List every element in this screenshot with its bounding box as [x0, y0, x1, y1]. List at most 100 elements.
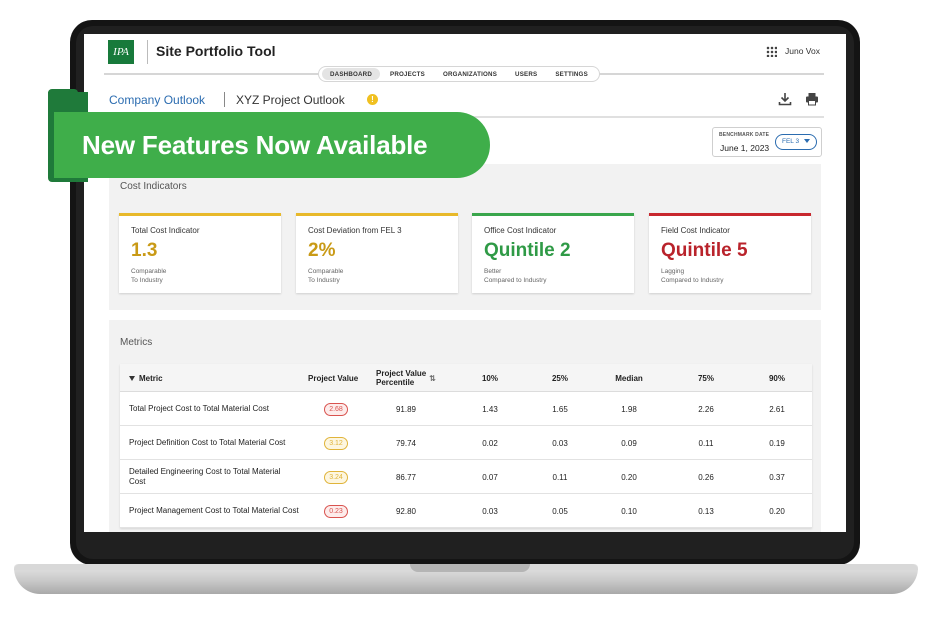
sort-icon[interactable]: ⇅: [429, 374, 436, 383]
p10-cell: 1.43: [482, 404, 498, 414]
column-header-median[interactable]: Median: [604, 364, 654, 392]
p25-cell: 0.11: [552, 472, 568, 482]
project-value-cell: 3.24: [306, 460, 366, 494]
median-cell: 0.20: [621, 472, 637, 482]
cost-indicator-card[interactable]: Total Cost Indicator 1.3 Comparable To Indu…: [119, 213, 281, 293]
cost-indicator-card[interactable]: Office Cost Indicator Quintile 2 Better Com…: [472, 213, 634, 293]
column-header-project-value[interactable]: Project Value: [308, 364, 358, 392]
metrics-table: Metric Project Value Project Value Perce…: [120, 364, 812, 528]
apps-grid-icon[interactable]: [766, 46, 777, 57]
p75-cell: 0.13: [698, 506, 714, 516]
card-value: 1.3: [131, 240, 158, 261]
card-note-line2: To Industry: [308, 277, 340, 284]
cost-indicators-title: Cost Indicators: [120, 181, 187, 192]
card-note: Comparable To Industry: [308, 267, 448, 285]
cost-indicator-card[interactable]: Field Cost Indicator Quintile 5 Lagging Com…: [649, 213, 811, 293]
p10-cell: 0.07: [482, 472, 498, 482]
metric-name: Total Project Cost to Total Material Cos…: [129, 404, 269, 413]
tab-users[interactable]: USERS: [507, 68, 545, 80]
benchmark-date-label: BENCHMARK DATE: [719, 132, 770, 138]
tab-dashboard[interactable]: DASHBOARD: [322, 68, 381, 80]
project-value-cell: 3.12: [306, 426, 366, 460]
column-header-metric[interactable]: Metric: [129, 364, 163, 392]
project-value-cell: 0.23: [306, 494, 366, 528]
logo-divider: [147, 40, 148, 64]
new-features-banner[interactable]: New Features Now Available: [54, 112, 490, 178]
warning-icon[interactable]: !: [367, 94, 378, 105]
card-label: Total Cost Indicator: [131, 226, 200, 235]
fel-select-value: FEL 3: [782, 138, 800, 145]
tab-organizations[interactable]: ORGANIZATIONS: [435, 68, 505, 80]
card-note-line1: Comparable: [308, 268, 344, 275]
p75-cell: 0.26: [698, 472, 714, 482]
table-row[interactable]: Project Management Cost to Total Materia…: [120, 494, 812, 528]
column-header-percentile[interactable]: Project Value Percentile ⇅: [376, 364, 436, 392]
column-header-p25[interactable]: 25%: [540, 364, 580, 392]
card-value: Quintile 2: [484, 240, 571, 261]
download-icon[interactable]: [778, 92, 792, 106]
metrics-title: Metrics: [120, 337, 153, 348]
status-badge: 0.23: [324, 504, 348, 518]
table-row[interactable]: Total Project Cost to Total Material Cos…: [120, 392, 812, 426]
p10-cell: 0.02: [482, 438, 498, 448]
card-note: Better Compared to Industry: [484, 267, 624, 285]
card-value: Quintile 5: [661, 240, 748, 261]
caret-down-icon: [804, 139, 810, 143]
tab-projects[interactable]: PROJECTS: [382, 68, 433, 80]
percentile-cell: 92.80: [395, 506, 417, 516]
banner-text: New Features Now Available: [82, 130, 428, 160]
table-row[interactable]: Project Definition Cost to Total Materia…: [120, 426, 812, 460]
top-bar: IPA Site Portfolio Tool Juno Vox: [84, 34, 846, 70]
table-header: Metric Project Value Project Value Perce…: [120, 364, 812, 392]
column-header-metric-label: Metric: [139, 373, 163, 383]
column-header-percentile-line2: Percentile: [376, 378, 415, 387]
breadcrumb-project-outlook: XYZ Project Outlook: [236, 93, 345, 107]
p90-cell: 0.37: [769, 472, 785, 482]
status-badge: 3.12: [324, 436, 348, 450]
card-label: Office Cost Indicator: [484, 226, 557, 235]
breadcrumb-company-outlook[interactable]: Company Outlook: [109, 93, 205, 107]
metric-name: Project Management Cost to Total Materia…: [129, 506, 299, 515]
p75-cell: 2.26: [698, 404, 714, 414]
tab-settings[interactable]: SETTINGS: [547, 68, 596, 80]
p25-cell: 1.65: [552, 404, 568, 414]
project-value-cell: 2.68: [306, 392, 366, 426]
percentile-cell: 79.74: [395, 438, 417, 448]
percentile-cell: 91.89: [395, 404, 417, 414]
column-header-p90[interactable]: 90%: [757, 364, 797, 392]
column-header-p10[interactable]: 10%: [470, 364, 510, 392]
metric-name: Project Definition Cost to Total Materia…: [129, 438, 286, 447]
card-note: Lagging Compared to Industry: [661, 267, 801, 285]
print-icon[interactable]: [805, 92, 819, 106]
card-label: Field Cost Indicator: [661, 226, 730, 235]
app-screen: IPA Site Portfolio Tool Juno Vox DASHBOA…: [84, 34, 846, 532]
card-note-line1: Lagging: [661, 268, 685, 275]
benchmark-date-value: June 1, 2023: [720, 143, 770, 153]
column-header-p75[interactable]: 75%: [686, 364, 726, 392]
app-title: Site Portfolio Tool: [156, 43, 276, 59]
user-menu[interactable]: Juno Vox: [785, 46, 820, 56]
benchmark-date-box: BENCHMARK DATE June 1, 2023 FEL 3: [712, 127, 822, 157]
table-row[interactable]: Detailed Engineering Cost to Total Mater…: [120, 460, 812, 494]
p10-cell: 0.03: [482, 506, 498, 516]
cost-indicators-panel: Cost Indicators Total Cost Indicator 1.3 C…: [109, 164, 821, 310]
metrics-panel: Metrics Metric Project Value Project Val…: [109, 320, 821, 532]
laptop-notch: [410, 564, 530, 572]
card-label: Cost Deviation from FEL 3: [308, 226, 402, 235]
filter-icon[interactable]: [129, 375, 135, 381]
card-note-line2: Compared to Industry: [661, 277, 724, 284]
card-note-line2: To Industry: [131, 277, 163, 284]
fel-select[interactable]: FEL 3: [775, 134, 817, 150]
status-badge: 3.24: [324, 470, 348, 484]
card-note-line2: Compared to Industry: [484, 277, 547, 284]
p25-cell: 0.03: [552, 438, 568, 448]
main-nav: DASHBOARD PROJECTS ORGANIZATIONS USERS SETTI…: [318, 66, 600, 82]
p25-cell: 0.05: [552, 506, 568, 516]
p90-cell: 0.20: [769, 506, 785, 516]
card-note: Comparable To Industry: [131, 267, 271, 285]
ipa-logo[interactable]: IPA: [108, 40, 134, 64]
card-value: 2%: [308, 240, 336, 261]
cost-indicator-card[interactable]: Cost Deviation from FEL 3 2% Comparable To …: [296, 213, 458, 293]
median-cell: 1.98: [621, 404, 637, 414]
laptop-mockup: IPA Site Portfolio Tool Juno Vox DASHBOA…: [0, 0, 940, 620]
